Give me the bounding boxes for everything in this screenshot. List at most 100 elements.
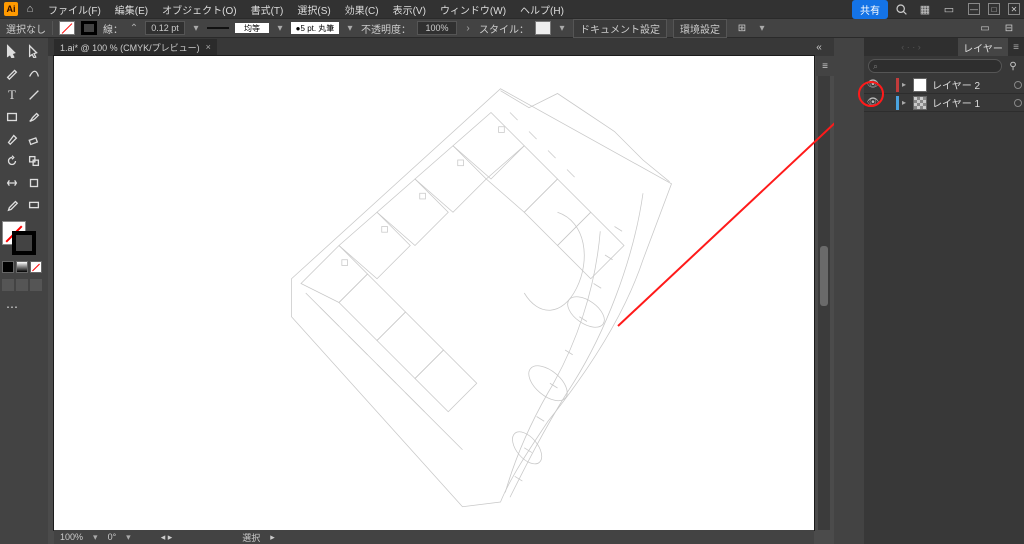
stroke-label: 線： <box>103 21 123 36</box>
fill-stroke-control[interactable] <box>2 221 42 257</box>
document-tab[interactable]: 1.ai* @ 100 % (CMYK/プレビュー) × <box>54 39 217 56</box>
brush-definition[interactable]: ● 5 pt. 丸筆 <box>291 22 339 34</box>
color-mode-none[interactable] <box>30 261 42 273</box>
menu-type[interactable]: 書式(T) <box>245 0 290 19</box>
expand-icon[interactable]: ▸ <box>902 98 910 107</box>
stroke-swatch[interactable] <box>81 21 97 35</box>
home-icon[interactable]: ⌂ <box>22 1 38 17</box>
status-tool-nav[interactable]: ▸ <box>270 532 275 543</box>
draw-inside[interactable] <box>30 279 42 291</box>
search-icon: ⌕ <box>873 61 878 72</box>
canvas[interactable] <box>54 56 814 530</box>
eraser-tool[interactable] <box>24 129 44 149</box>
control-bar: 選択なし 線： ⌃ ▾ 均等 ▾ ● 5 pt. 丸筆 ▾ 不透明度： › スタ… <box>0 18 1024 38</box>
layers-filter-icon[interactable]: ⚲ <box>1006 61 1020 72</box>
visibility-toggle-icon[interactable]: 👁 <box>866 78 880 92</box>
window-close[interactable]: ✕ <box>1008 3 1020 15</box>
menu-edit[interactable]: 編集(E) <box>109 0 154 19</box>
type-tool[interactable]: T <box>2 85 22 105</box>
status-tool: 選択 <box>242 531 260 544</box>
edit-toolbar[interactable]: ⋯ <box>2 297 22 317</box>
window-minimize[interactable]: — <box>968 3 980 15</box>
document-setup-button[interactable]: ドキュメント設定 <box>573 19 667 38</box>
share-button[interactable]: 共有 <box>852 0 888 19</box>
panel-toggle-icon[interactable]: ▭ <box>976 21 994 35</box>
rectangle-tool[interactable] <box>2 107 22 127</box>
opacity-input[interactable] <box>417 21 457 35</box>
stroke-weight-input[interactable] <box>145 21 185 35</box>
arrange-docs-icon[interactable]: ▦ <box>917 1 933 17</box>
width-tool[interactable] <box>2 173 22 193</box>
align-icon[interactable]: ⊞ <box>733 21 751 35</box>
search-icon[interactable] <box>893 1 909 17</box>
color-mode-gradient[interactable] <box>16 261 28 273</box>
menu-bar: Ai ⌂ ファイル(F) 編集(E) オブジェクト(O) 書式(T) 選択(S)… <box>0 0 1024 18</box>
menu-object[interactable]: オブジェクト(O) <box>156 0 242 19</box>
menu-effect[interactable]: 効果(C) <box>339 0 385 19</box>
window-maximize[interactable]: □ <box>988 3 1000 15</box>
visibility-toggle-icon[interactable]: 👁 <box>866 96 880 110</box>
layer-color-indicator <box>896 78 899 92</box>
selection-status: 選択なし <box>6 21 46 36</box>
eyedropper-tool[interactable] <box>2 195 22 215</box>
status-bar: 100%▾ 0°▾ ◂ ▸ 選択 ▸ <box>54 530 814 544</box>
workspace-icon[interactable]: ▭ <box>941 1 957 17</box>
layer-thumbnail <box>913 78 927 92</box>
status-artboard-nav[interactable]: ◂ ▸ <box>161 532 173 543</box>
stroke-indicator[interactable] <box>12 231 36 255</box>
status-rotate[interactable]: 0° <box>108 532 117 542</box>
color-mode-color[interactable] <box>2 261 14 273</box>
menu-file[interactable]: ファイル(F) <box>42 0 107 19</box>
curvature-tool[interactable] <box>24 63 44 83</box>
opacity-dropdown[interactable]: › <box>463 23 473 34</box>
collapsed-panels-strip <box>834 38 864 544</box>
layer-target-icon[interactable] <box>1014 99 1022 107</box>
draw-behind[interactable] <box>16 279 28 291</box>
menu-help[interactable]: ヘルプ(H) <box>514 0 570 19</box>
direct-selection-tool[interactable] <box>24 41 44 61</box>
free-transform-tool[interactable] <box>24 173 44 193</box>
stroke-weight-dec[interactable]: ⌃ <box>129 23 139 34</box>
fill-swatch[interactable] <box>59 21 75 35</box>
close-icon[interactable]: × <box>206 42 211 52</box>
collapsed-props-icon[interactable]: ≡ <box>816 56 834 76</box>
menu-select[interactable]: 選択(S) <box>291 0 336 19</box>
layer-row[interactable]: 👁 ▸ レイヤー 2 <box>864 76 1024 94</box>
artwork-floor-plan <box>54 56 814 530</box>
gradient-tool[interactable] <box>24 195 44 215</box>
layers-search-input[interactable]: ⌕ <box>868 59 1002 73</box>
stroke-weight-dropdown[interactable]: ▾ <box>191 23 201 34</box>
rotate-tool[interactable] <box>2 151 22 171</box>
essentials-icon[interactable]: ⊟ <box>1000 21 1018 35</box>
draw-normal[interactable] <box>2 279 14 291</box>
layer-name[interactable]: レイヤー 2 <box>930 77 1011 92</box>
layer-thumbnail <box>913 96 927 110</box>
document-tab-label: 1.ai* @ 100 % (CMYK/プレビュー) <box>60 41 200 54</box>
menu-view[interactable]: 表示(V) <box>387 0 432 19</box>
app-logo: Ai <box>4 2 18 16</box>
style-label: スタイル： <box>479 21 529 36</box>
line-tool[interactable] <box>24 85 44 105</box>
paintbrush-tool[interactable] <box>24 107 44 127</box>
stroke-style-sample[interactable] <box>207 27 229 29</box>
panel-tab-layers[interactable]: レイヤー <box>958 38 1008 56</box>
layer-row[interactable]: 👁 ▸ レイヤー 1 <box>864 94 1024 112</box>
panel-menu-icon[interactable]: ≡ <box>1008 42 1024 53</box>
stroke-profile[interactable]: 均等 <box>235 23 269 33</box>
selection-tool[interactable] <box>2 41 22 61</box>
doc-tab-menu-icon[interactable]: « <box>810 42 828 53</box>
toolbox: T <box>0 38 48 544</box>
graphic-style-swatch[interactable] <box>535 21 551 35</box>
document-area: 1.ai* @ 100 % (CMYK/プレビュー) × « <box>48 38 834 544</box>
vertical-scrollbar[interactable] <box>818 56 830 530</box>
preferences-button[interactable]: 環境設定 <box>673 19 727 38</box>
layer-target-icon[interactable] <box>1014 81 1022 89</box>
layer-name[interactable]: レイヤー 1 <box>930 95 1011 110</box>
status-zoom[interactable]: 100% <box>60 532 83 542</box>
panel-tab-ghost[interactable]: ‹ · · › <box>864 38 958 56</box>
expand-icon[interactable]: ▸ <box>902 80 910 89</box>
pen-tool[interactable] <box>2 63 22 83</box>
shaper-tool[interactable] <box>2 129 22 149</box>
menu-window[interactable]: ウィンドウ(W) <box>434 0 512 19</box>
scale-tool[interactable] <box>24 151 44 171</box>
